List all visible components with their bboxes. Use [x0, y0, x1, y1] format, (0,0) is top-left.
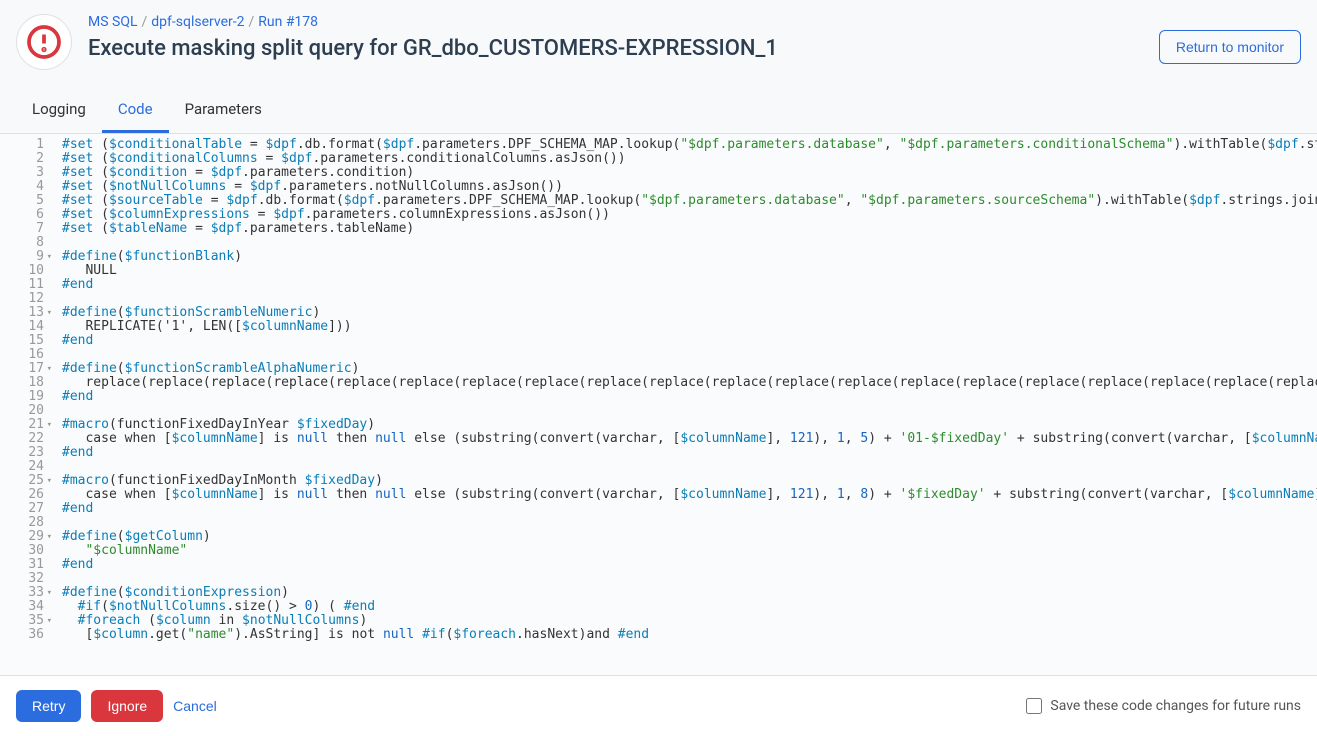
save-changes-checkbox[interactable] — [1026, 698, 1042, 714]
tab-logging[interactable]: Logging — [16, 88, 102, 133]
retry-button[interactable]: Retry — [16, 690, 81, 722]
status-error-icon — [16, 14, 72, 70]
breadcrumb-mssql[interactable]: MS SQL — [88, 14, 138, 30]
breadcrumb: MS SQL/dpf-sqlserver-2/Run #178 — [88, 14, 1143, 30]
page-title: Execute masking split query for GR_dbo_C… — [88, 36, 1143, 61]
ignore-button[interactable]: Ignore — [91, 690, 163, 722]
code-content[interactable]: #set ($conditionalTable = $dpf.db.format… — [50, 134, 1317, 675]
tab-parameters[interactable]: Parameters — [169, 88, 278, 133]
save-changes-checkbox-label[interactable]: Save these code changes for future runs — [1026, 698, 1301, 714]
save-changes-text: Save these code changes for future runs — [1050, 698, 1301, 714]
tab-code[interactable]: Code — [102, 88, 169, 133]
breadcrumb-run[interactable]: Run #178 — [258, 14, 318, 30]
return-to-monitor-button[interactable]: Return to monitor — [1159, 30, 1301, 64]
cancel-button[interactable]: Cancel — [173, 698, 217, 714]
code-editor[interactable]: 1234567891011121314151617181920212223242… — [0, 134, 1317, 675]
line-number-gutter: 1234567891011121314151617181920212223242… — [0, 134, 50, 675]
tabs: Logging Code Parameters — [0, 88, 1317, 134]
breadcrumb-server[interactable]: dpf-sqlserver-2 — [151, 14, 244, 30]
